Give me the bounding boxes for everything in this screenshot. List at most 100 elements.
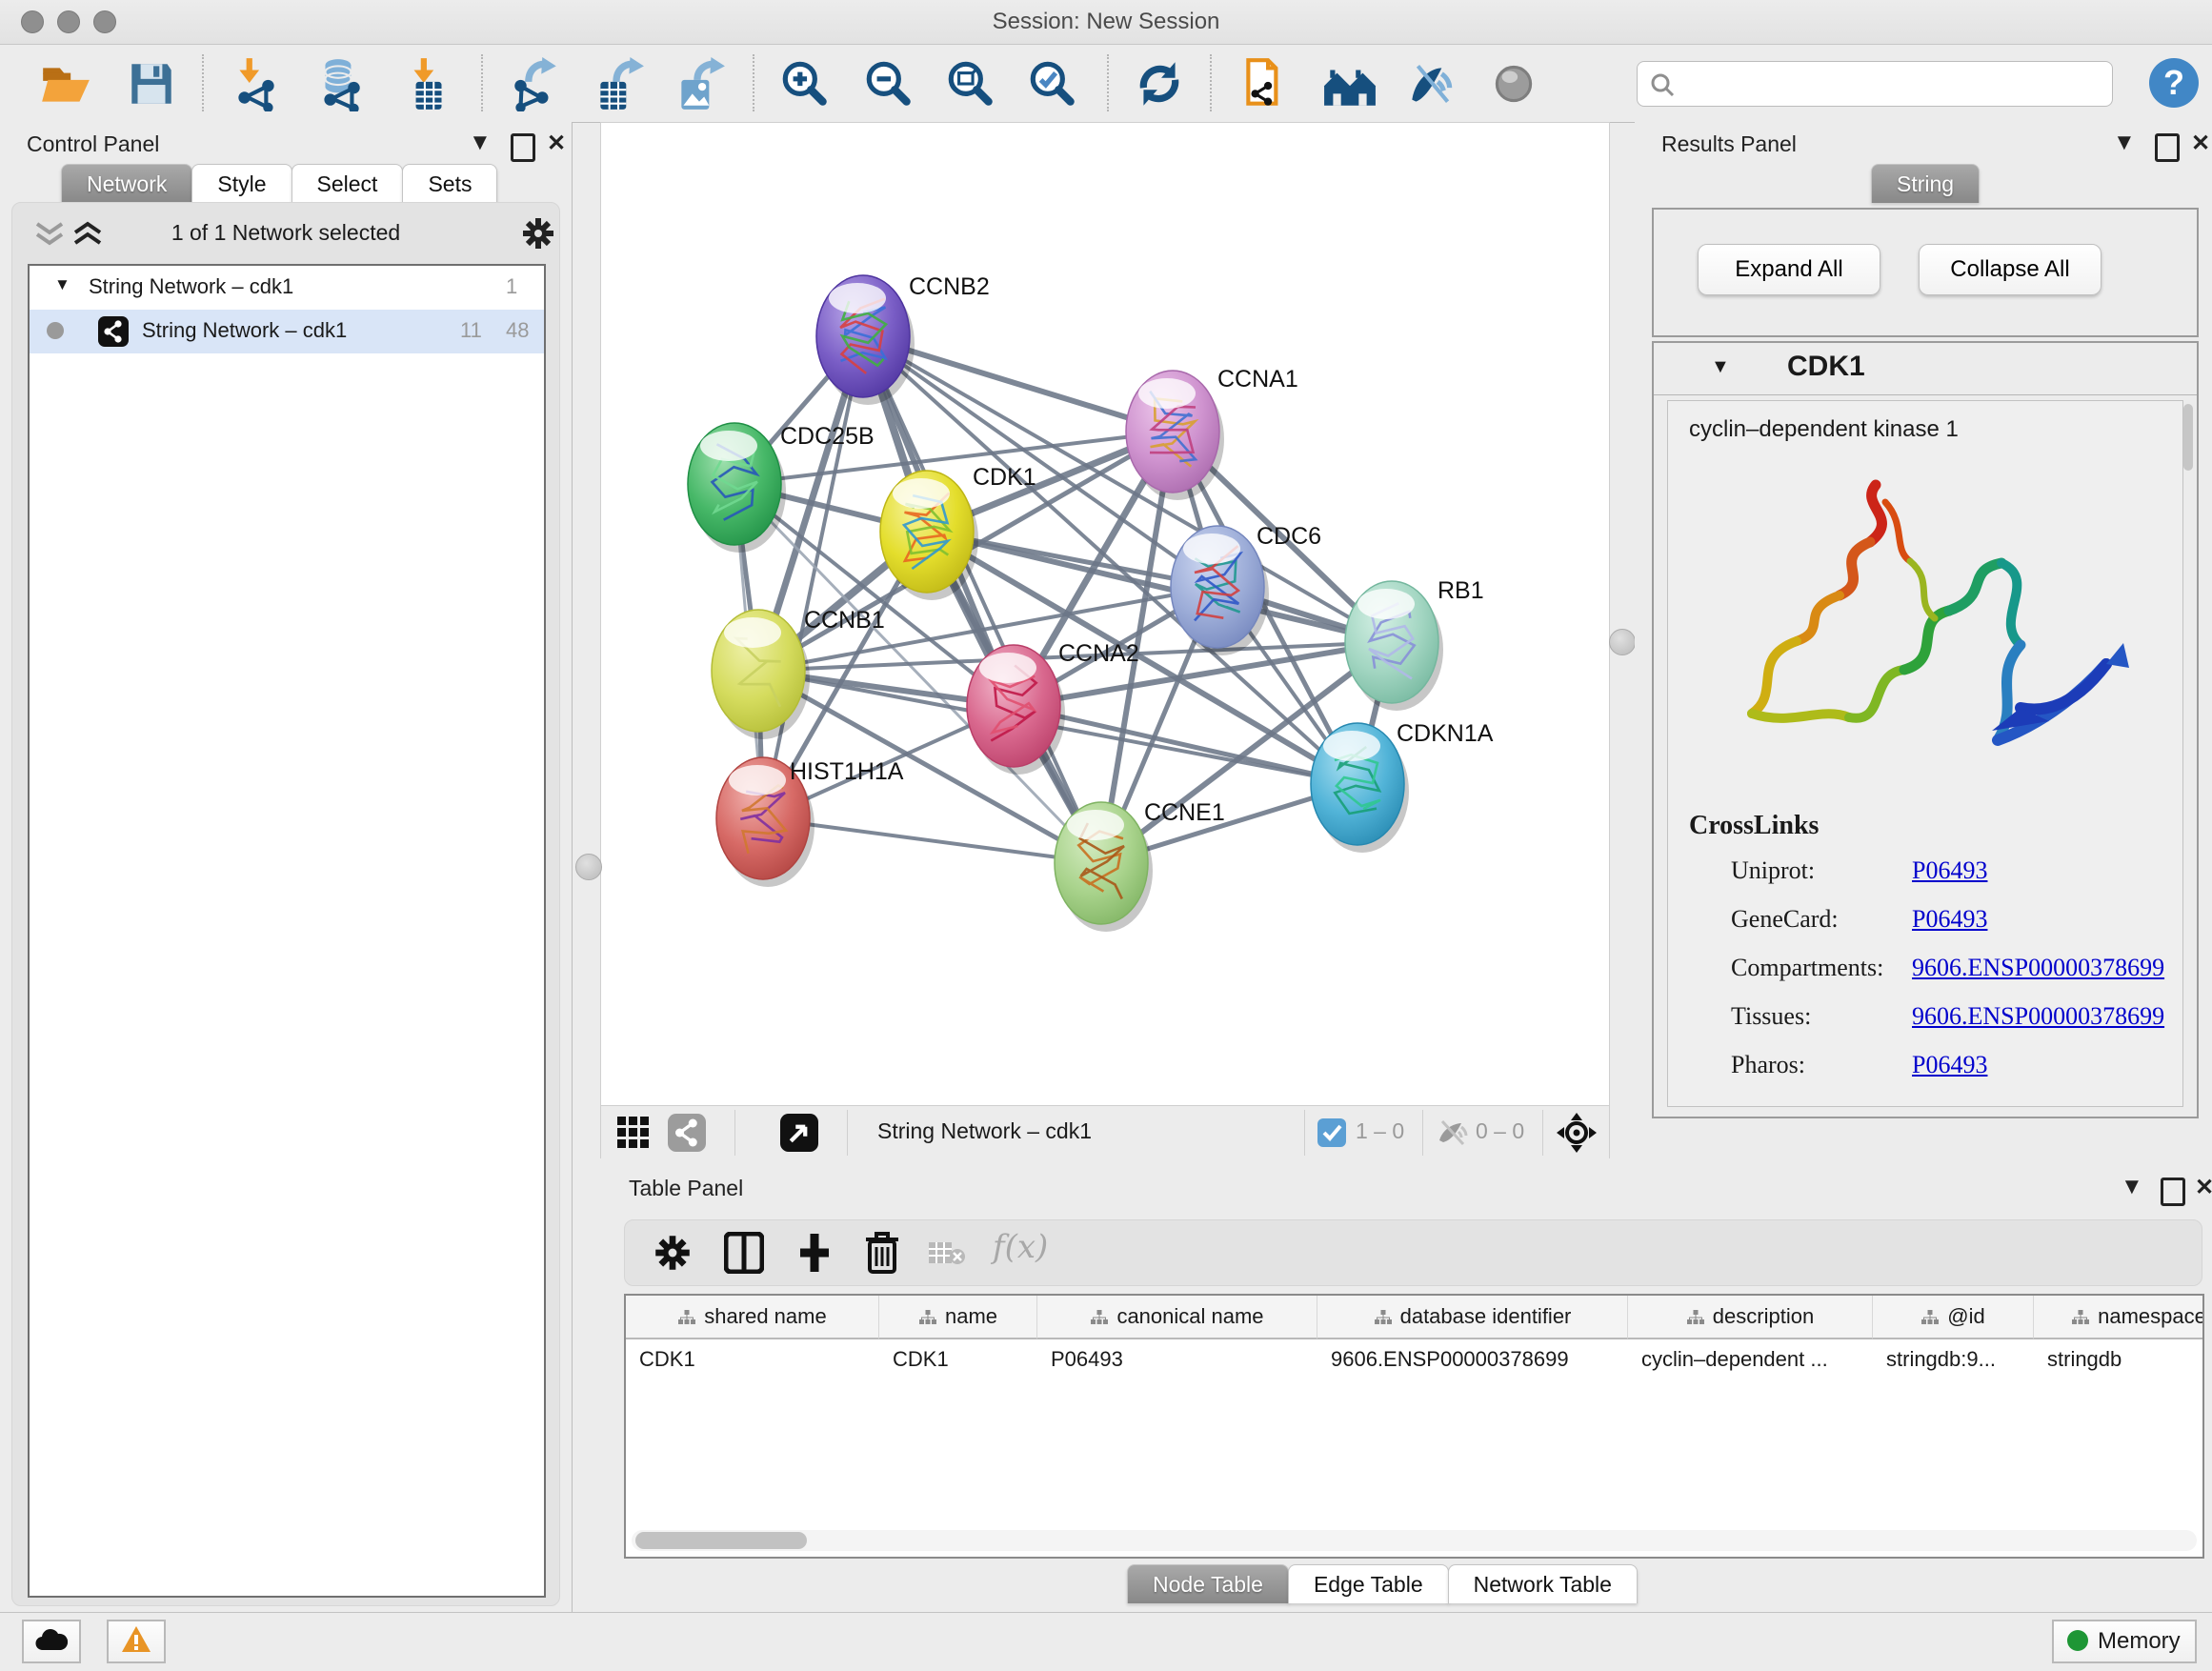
- network-tab-body: 1 of 1 Network selected ▼ String Network…: [11, 202, 560, 1606]
- gear-icon[interactable]: [654, 1234, 692, 1272]
- column-header-namespace[interactable]: namespace: [2034, 1296, 2204, 1339]
- fit-content-icon[interactable]: [1556, 1112, 1598, 1154]
- zoom-selected-icon[interactable]: [1025, 56, 1080, 111]
- import-network-file-icon[interactable]: [229, 56, 284, 111]
- crosslink-link[interactable]: P06493: [1912, 1051, 1987, 1079]
- selected-checkbox-icon[interactable]: [1317, 1118, 1346, 1147]
- hscrollbar-thumb[interactable]: [635, 1532, 807, 1549]
- grayscale-icon[interactable]: [1486, 56, 1541, 111]
- help-icon[interactable]: ?: [2149, 58, 2199, 108]
- clear-table-icon[interactable]: [928, 1241, 966, 1266]
- network-canvas[interactable]: CCNB2CCNA1CDC25BCDK1CDC6RB1CCNB1CCNA2CDK…: [600, 122, 1610, 1107]
- panel-menu-icon[interactable]: ▼: [2113, 130, 2136, 156]
- crosslink-link[interactable]: P06493: [1912, 856, 1987, 885]
- crosslink-link[interactable]: 9606.ENSP00000378699: [1912, 954, 2164, 982]
- memory-button[interactable]: Memory: [2052, 1620, 2197, 1663]
- search-icon: [1649, 71, 1676, 98]
- import-network-database-icon[interactable]: [312, 56, 368, 111]
- panel-menu-icon[interactable]: ▼: [469, 130, 492, 156]
- delete-column-icon[interactable]: [863, 1230, 901, 1274]
- zoom-in-icon[interactable]: [777, 56, 833, 111]
- column-header-description[interactable]: description: [1628, 1296, 1873, 1339]
- panel-float-icon[interactable]: [511, 133, 535, 162]
- network-label: String Network – cdk1: [142, 318, 347, 343]
- tab-style[interactable]: Style: [191, 164, 292, 203]
- cell-namespace[interactable]: stringdb: [2034, 1339, 2204, 1379]
- tab-string[interactable]: String: [1871, 164, 1980, 203]
- tab-network[interactable]: Network: [61, 164, 192, 203]
- zoom-fit-icon[interactable]: [943, 56, 998, 111]
- network-row-selected[interactable]: String Network – cdk1 11 48: [30, 310, 544, 353]
- search-input[interactable]: [1637, 61, 2113, 107]
- column-header-canonical-name[interactable]: canonical name: [1037, 1296, 1317, 1339]
- zoom-out-icon[interactable]: [861, 56, 916, 111]
- tab-network-table[interactable]: Network Table: [1448, 1564, 1638, 1603]
- cell-shared-name[interactable]: CDK1: [626, 1339, 892, 1379]
- cell-name[interactable]: CDK1: [879, 1339, 1050, 1379]
- column-header--id[interactable]: @id: [1873, 1296, 2034, 1339]
- column-header-shared-name[interactable]: shared name: [626, 1296, 879, 1339]
- cell-canonical-name[interactable]: P06493: [1037, 1339, 1330, 1379]
- node-table[interactable]: shared namenamecanonical namedatabase id…: [624, 1294, 2204, 1559]
- crosslink-link[interactable]: 9606.ENSP00000378699: [1912, 1002, 2164, 1031]
- hidden-eye-icon[interactable]: [1436, 1117, 1468, 1148]
- tab-edge-table[interactable]: Edge Table: [1288, 1564, 1449, 1603]
- edge-CCNA2-CDKN1A[interactable]: [1014, 706, 1357, 784]
- gene-header[interactable]: ▼ CDK1: [1654, 343, 2197, 395]
- export-network-icon[interactable]: [507, 56, 562, 111]
- results-scrollbar[interactable]: [2183, 404, 2193, 471]
- node-RB1[interactable]: RB1: [1345, 577, 1484, 711]
- node-CCNE1[interactable]: CCNE1: [1055, 799, 1225, 932]
- tree-expand-icon[interactable]: ▼: [54, 275, 70, 294]
- network-view-icon[interactable]: [668, 1114, 706, 1152]
- refresh-icon[interactable]: [1132, 56, 1187, 111]
- export-image-icon[interactable]: [672, 56, 727, 111]
- tab-select[interactable]: Select: [292, 164, 404, 203]
- left-splitter-handle[interactable]: [575, 854, 602, 880]
- panel-float-icon[interactable]: [2155, 133, 2180, 162]
- panel-close-icon[interactable]: ✕: [547, 130, 566, 157]
- open-session-icon[interactable]: [38, 56, 93, 111]
- cell-database-identifier[interactable]: 9606.ENSP00000378699: [1317, 1339, 1640, 1379]
- gear-icon[interactable]: [521, 216, 555, 251]
- column-header-database-identifier[interactable]: database identifier: [1317, 1296, 1628, 1339]
- warnings-button[interactable]: [107, 1620, 166, 1663]
- network-collection-row[interactable]: ▼ String Network – cdk1 1: [30, 266, 544, 310]
- panel-menu-icon[interactable]: ▼: [2121, 1174, 2143, 1200]
- panel-close-icon[interactable]: ✕: [2195, 1174, 2212, 1201]
- expand-all-button[interactable]: Expand All: [1698, 244, 1880, 295]
- tab-node-table[interactable]: Node Table: [1127, 1564, 1289, 1603]
- node-CCNB1[interactable]: CCNB1: [712, 607, 885, 739]
- table-hscrollbar[interactable]: [632, 1530, 2197, 1551]
- export-table-icon[interactable]: [591, 56, 646, 111]
- collapse-all-button[interactable]: Collapse All: [1919, 244, 2101, 295]
- save-session-icon[interactable]: [124, 56, 179, 111]
- crosslink-link[interactable]: P06493: [1912, 905, 1987, 934]
- node-CDKN1A[interactable]: CDKN1A: [1311, 720, 1494, 853]
- import-table-icon[interactable]: [400, 56, 455, 111]
- cloud-button[interactable]: [22, 1620, 81, 1663]
- right-splitter-handle[interactable]: [1609, 629, 1636, 655]
- node-HIST1H1A[interactable]: HIST1H1A: [716, 757, 904, 887]
- function-builder-icon[interactable]: f(x): [993, 1228, 1048, 1266]
- grid-view-icon[interactable]: [616, 1116, 651, 1150]
- panel-float-icon[interactable]: [2161, 1178, 2185, 1206]
- string-import-icon[interactable]: [1238, 56, 1294, 111]
- collapse-gene-icon[interactable]: ▼: [1711, 356, 1730, 378]
- string-home-icon[interactable]: [1322, 56, 1377, 111]
- enhanced-labels-icon[interactable]: [1404, 56, 1459, 111]
- cell-description[interactable]: cyclin–dependent ...: [1628, 1339, 1885, 1379]
- node-CCNA1[interactable]: CCNA1: [1126, 366, 1298, 500]
- node-CCNA2[interactable]: CCNA2: [967, 640, 1139, 775]
- column-header-name[interactable]: name: [879, 1296, 1037, 1339]
- add-column-icon[interactable]: [794, 1232, 835, 1274]
- cell--id[interactable]: stringdb:9...: [1873, 1339, 2046, 1379]
- birdseye-view-icon[interactable]: [780, 1114, 818, 1152]
- node-CCNB2[interactable]: CCNB2: [816, 273, 990, 405]
- network-graph[interactable]: CCNB2CCNA1CDC25BCDK1CDC6RB1CCNB1CCNA2CDK…: [601, 123, 1609, 1106]
- tab-sets[interactable]: Sets: [402, 164, 497, 203]
- network-list: ▼ String Network – cdk1 1 String Network…: [28, 264, 546, 1598]
- show-columns-icon[interactable]: [724, 1232, 764, 1274]
- panel-close-icon[interactable]: ✕: [2191, 130, 2210, 157]
- edge-CCNB2-HIST1H1A[interactable]: [763, 336, 863, 818]
